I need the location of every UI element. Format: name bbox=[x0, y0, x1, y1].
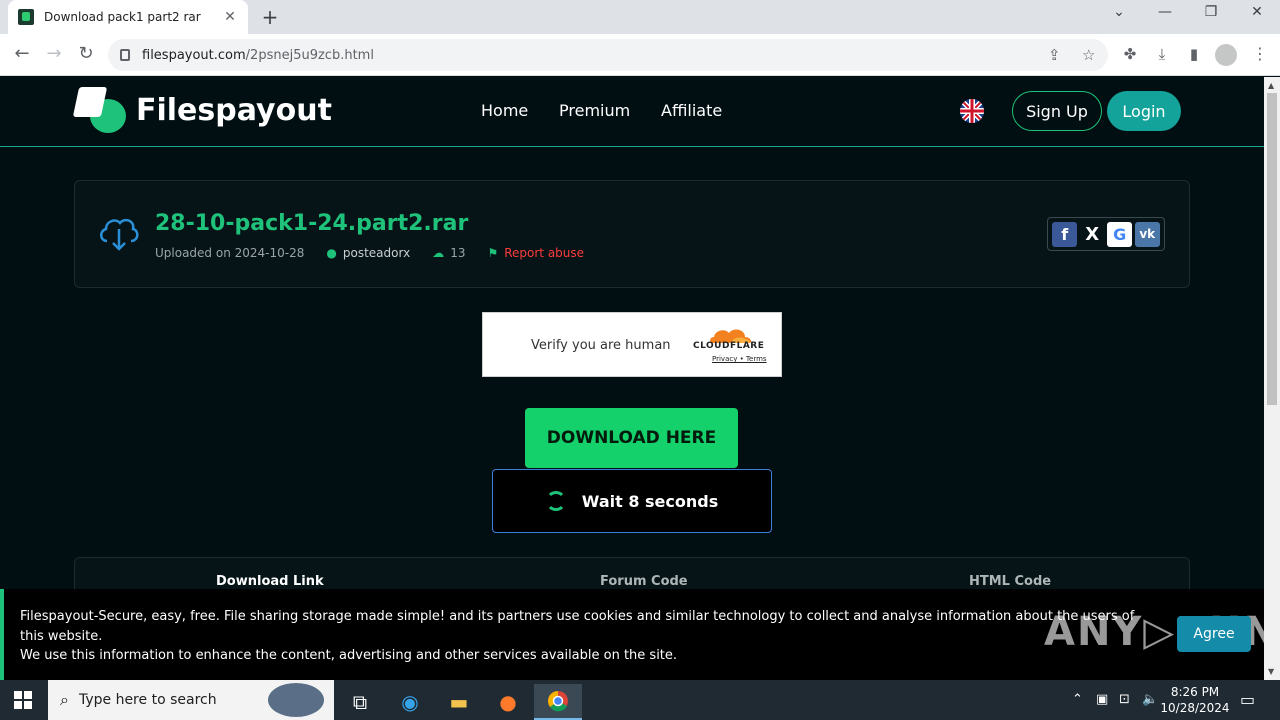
facebook-icon[interactable]: f bbox=[1052, 221, 1078, 247]
tab-forum-code[interactable]: Forum Code bbox=[600, 574, 688, 589]
page-content: Filespayout Home Premium Affiliate Sign … bbox=[0, 77, 1264, 680]
download-here-button[interactable]: DOWNLOAD HERE bbox=[525, 408, 738, 468]
tab-html-code[interactable]: HTML Code bbox=[969, 574, 1051, 589]
cloudflare-brand: CLOUDFLARE bbox=[693, 341, 765, 351]
cookie-text: Filespayout-Secure, easy, free. File sha… bbox=[20, 609, 1135, 663]
tab-title: Download pack1 part2 rar bbox=[44, 10, 201, 24]
uploader[interactable]: ● posteadorx bbox=[326, 246, 410, 260]
uk-flag-icon[interactable] bbox=[960, 99, 984, 123]
logo-mark-icon bbox=[72, 85, 130, 135]
search-placeholder: Type here to search bbox=[78, 692, 217, 708]
tab-download-link[interactable]: Download Link bbox=[216, 574, 324, 589]
cookie-banner: Filespayout-Secure, easy, free. File sha… bbox=[0, 589, 1264, 680]
search-icon: ⌕ bbox=[60, 690, 69, 709]
tray-device-icon[interactable]: ▣ bbox=[1096, 692, 1108, 707]
volume-icon[interactable]: 🔈 bbox=[1142, 692, 1158, 707]
flag-icon: ⚑ bbox=[487, 246, 499, 260]
scroll-down-icon[interactable]: ▼ bbox=[1268, 667, 1274, 676]
tray-chevron-icon[interactable]: ⌃ bbox=[1072, 692, 1083, 707]
report-abuse-link[interactable]: ⚑ Report abuse bbox=[487, 246, 584, 260]
browser-toolbar: ← → ↻ filespayout.com/2psnej5u9zcb.html … bbox=[0, 34, 1280, 76]
download-count: ☁ 13 bbox=[432, 246, 466, 260]
browser-tab[interactable]: Download pack1 part2 rar ✕ bbox=[8, 0, 248, 34]
forward-icon[interactable]: → bbox=[42, 43, 66, 64]
wait-text: Wait 8 seconds bbox=[581, 491, 719, 511]
back-icon[interactable]: ← bbox=[10, 43, 34, 64]
browser-tab-bar: Download pack1 part2 rar ✕ + ⌄ — ❐ ✕ bbox=[0, 0, 1280, 34]
scroll-up-icon[interactable]: ▲ bbox=[1268, 81, 1274, 90]
restore-button[interactable]: ❐ bbox=[1191, 4, 1231, 20]
nav-affiliate[interactable]: Affiliate bbox=[661, 101, 722, 120]
upload-date: Uploaded on 2024-10-28 bbox=[155, 246, 305, 260]
url-text: filespayout.com/2psnej5u9zcb.html bbox=[142, 47, 374, 63]
site-favicon-icon bbox=[18, 9, 34, 25]
file-explorer-icon[interactable]: ▬ bbox=[435, 684, 483, 720]
agree-button[interactable]: Agree bbox=[1177, 616, 1251, 652]
sign-up-button[interactable]: Sign Up bbox=[1012, 91, 1102, 131]
profile-avatar-icon[interactable] bbox=[1215, 44, 1237, 66]
tab-close-icon[interactable]: ✕ bbox=[222, 9, 238, 25]
address-bar[interactable]: filespayout.com/2psnej5u9zcb.html ⇪ ☆ bbox=[108, 39, 1108, 71]
share-icon[interactable]: ⇪ bbox=[1048, 46, 1061, 64]
firefox-icon[interactable]: ● bbox=[484, 684, 532, 720]
cloudflare-turnstile[interactable]: Verify you are human CLOUDFLARE Privacy … bbox=[482, 312, 782, 377]
scroll-thumb[interactable] bbox=[1267, 93, 1277, 405]
system-clock[interactable]: 8:26 PM 10/28/2024 bbox=[1160, 684, 1230, 716]
notifications-icon[interactable]: ▭ bbox=[1240, 690, 1255, 709]
cloud-upload-icon: ☁ bbox=[432, 246, 445, 260]
new-tab-button[interactable]: + bbox=[258, 5, 282, 29]
file-info-card: 28-10-pack1-24.part2.rar Uploaded on 202… bbox=[74, 180, 1190, 288]
captcha-label: Verify you are human bbox=[531, 338, 671, 353]
task-view-icon[interactable]: ⧉ bbox=[336, 684, 384, 720]
file-meta: Uploaded on 2024-10-28 ● posteadorx ☁ 13 ⚑… bbox=[155, 246, 606, 260]
edge-icon[interactable]: ◉ bbox=[386, 684, 434, 720]
site-header: Filespayout Home Premium Affiliate Sign … bbox=[0, 77, 1264, 147]
cloud-download-icon bbox=[97, 211, 141, 259]
tab-search-icon[interactable]: ⌄ bbox=[1099, 4, 1139, 20]
share-buttons: f X G vk bbox=[1047, 217, 1165, 251]
extensions-icon[interactable]: ✤ bbox=[1120, 45, 1140, 63]
nav-home[interactable]: Home bbox=[481, 101, 528, 120]
page-scrollbar[interactable]: ▲ ▼ bbox=[1264, 77, 1280, 680]
nav-premium[interactable]: Premium bbox=[559, 101, 630, 120]
brand-name: Filespayout bbox=[136, 92, 332, 128]
captcha-links[interactable]: Privacy • Terms bbox=[712, 355, 767, 363]
spinner-icon bbox=[545, 491, 566, 511]
google-icon[interactable]: G bbox=[1107, 221, 1133, 247]
file-name: 28-10-pack1-24.part2.rar bbox=[155, 211, 469, 236]
wait-countdown: Wait 8 seconds bbox=[492, 469, 772, 533]
menu-kebab-icon[interactable]: ⋮ bbox=[1252, 44, 1268, 63]
search-highlight-image bbox=[268, 683, 324, 717]
x-twitter-icon[interactable]: X bbox=[1079, 221, 1105, 247]
side-panel-icon[interactable]: ▮ bbox=[1184, 45, 1204, 63]
windows-start-icon[interactable] bbox=[14, 691, 32, 709]
windows-taskbar: ⌕ Type here to search ⧉ ◉ ▬ ● ⌃ ▣ ⊡ 🔈 8:… bbox=[0, 680, 1280, 720]
login-button[interactable]: Login bbox=[1107, 91, 1181, 131]
minimize-button[interactable]: — bbox=[1145, 4, 1185, 20]
taskbar-search[interactable]: ⌕ Type here to search bbox=[48, 680, 334, 720]
bookmark-star-icon[interactable]: ☆ bbox=[1082, 46, 1095, 64]
user-icon: ● bbox=[326, 246, 337, 260]
lock-icon[interactable] bbox=[120, 49, 130, 61]
close-window-button[interactable]: ✕ bbox=[1237, 4, 1277, 20]
chrome-icon[interactable] bbox=[534, 684, 582, 720]
site-logo[interactable]: Filespayout bbox=[72, 85, 332, 135]
reload-icon[interactable]: ↻ bbox=[74, 43, 98, 64]
downloads-icon[interactable]: ⤓ bbox=[1152, 45, 1172, 63]
network-icon[interactable]: ⊡ bbox=[1119, 692, 1130, 707]
vk-icon[interactable]: vk bbox=[1134, 221, 1160, 247]
